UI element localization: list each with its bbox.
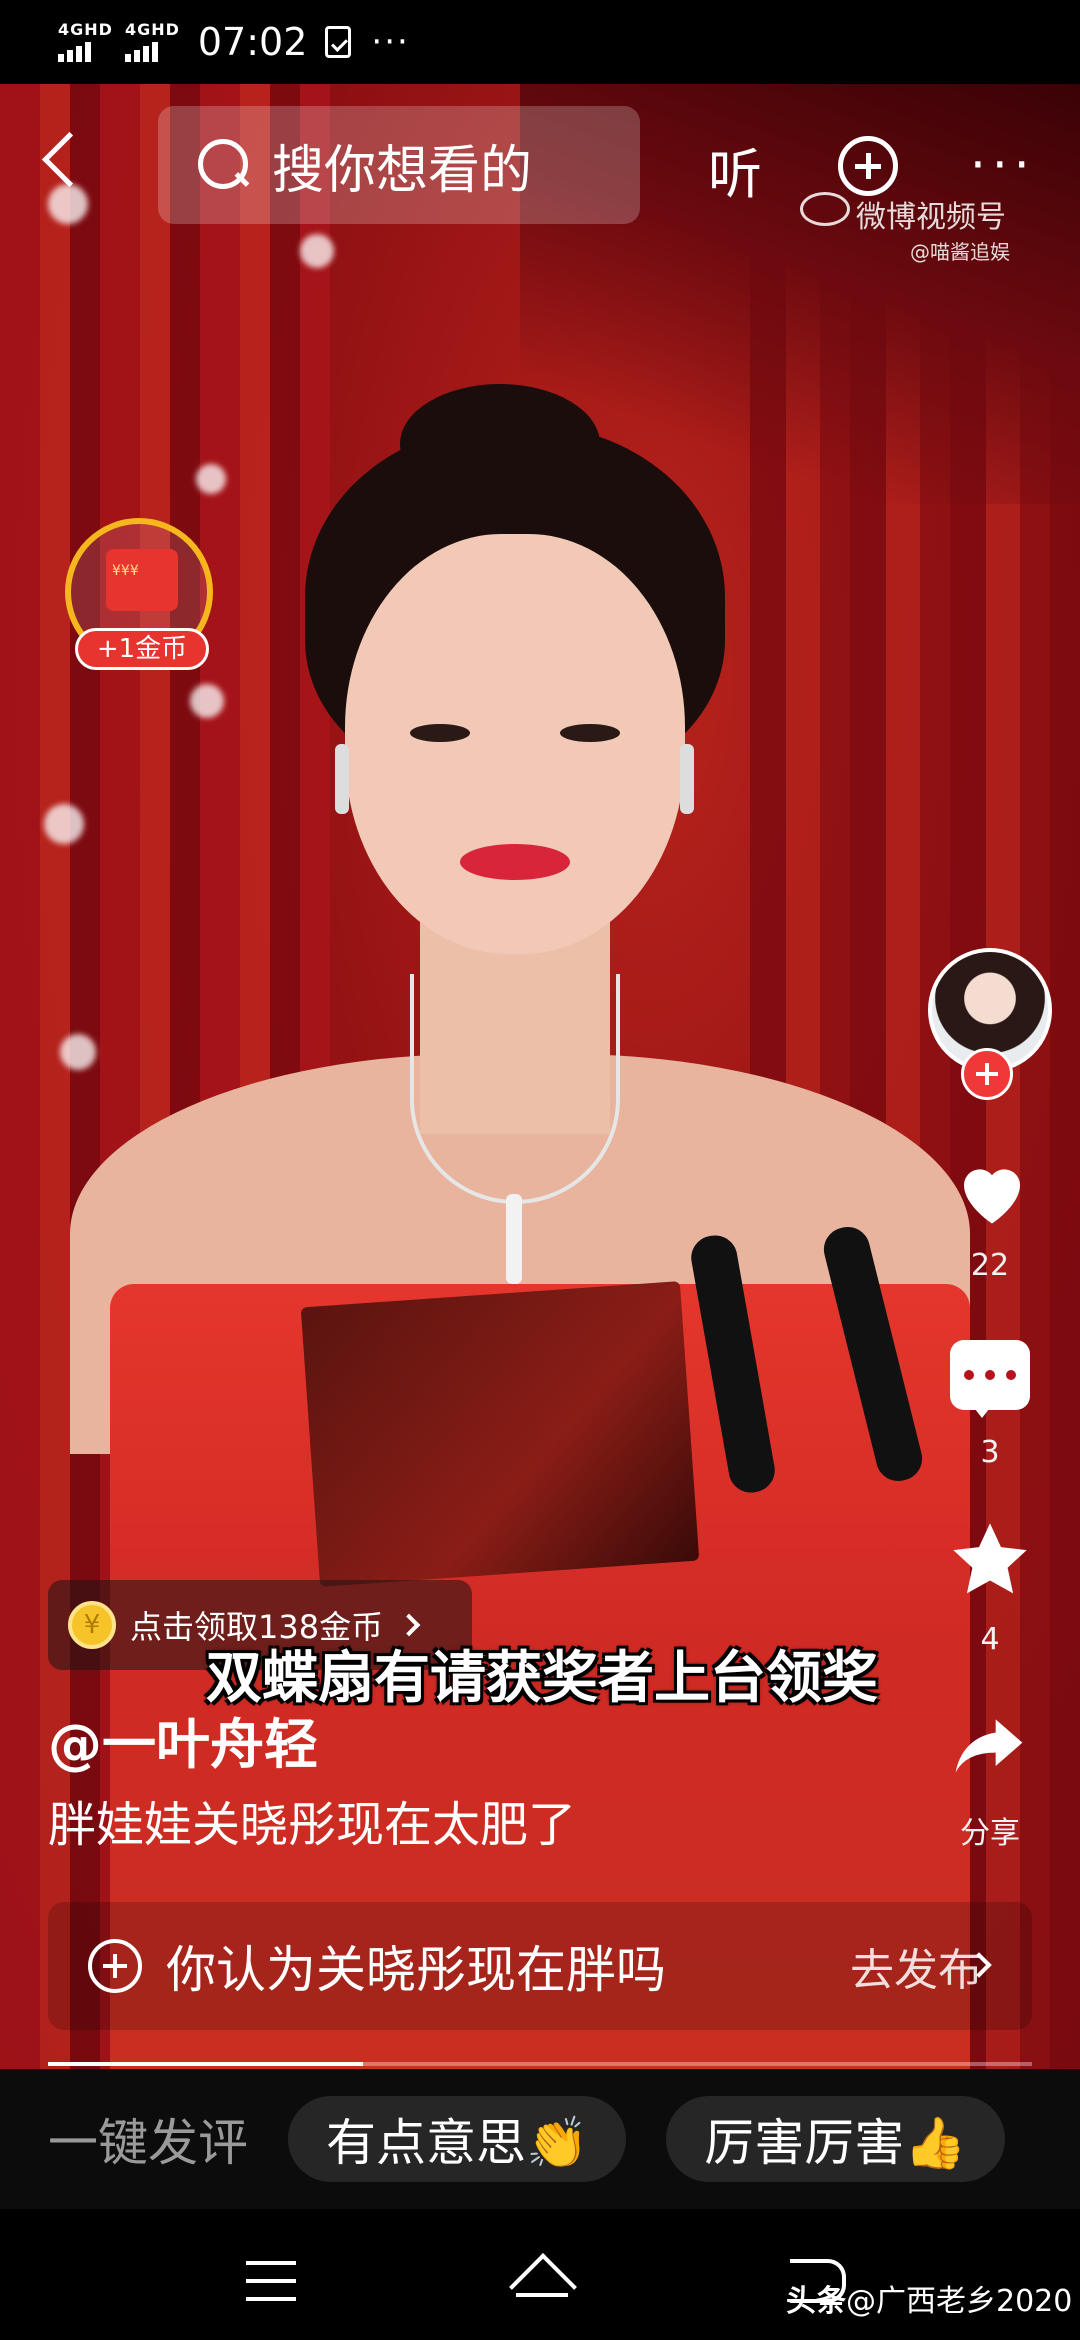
signal-indicator-2: 4GHD [124,20,180,62]
menu-icon[interactable] [246,2261,296,2301]
search-icon [198,139,250,191]
weibo-logo-icon [800,192,850,226]
clipboard-check-icon [325,26,352,58]
quick-comment-label: 一键发评 [48,2114,248,2172]
watermark-handle: @喵酱追娱 [910,240,1010,264]
quick-comment-chip[interactable]: 有点意思👏 [288,2096,627,2182]
more-options-button[interactable]: ··· [970,140,1036,190]
stage-light [60,1034,96,1070]
publish-link[interactable]: 去发布 [850,1934,982,1998]
network-label: 4GHD [124,20,180,39]
video-progress-fill [48,2062,363,2066]
discussion-prompt[interactable]: 你认为关晓彤现在胖吗 去发布 [48,1902,1032,2030]
gold-coin-icon: ¥ [68,1601,116,1649]
status-bar: 4GHD 4GHD 07:02 ··· [0,0,1080,84]
comment-count: 3 [980,1435,1000,1470]
signal-indicator-1: 4GHD [58,22,113,62]
share-label: 分享 [960,1816,1020,1851]
system-nav-bar [0,2209,1080,2340]
search-placeholder: 搜你想看的 [272,140,533,201]
comment-bubble-icon[interactable] [950,1340,1030,1418]
author-name[interactable]: @一叶舟轻 [48,1700,318,1779]
quick-comment-bar: 一键发评 有点意思👏 厉害厉害👍 [0,2069,1080,2209]
quick-comment-chip[interactable]: 厉害厉害👍 [666,2096,1005,2182]
add-circle-icon [88,1939,142,1993]
search-box[interactable]: 搜你想看的 [158,106,640,224]
stage-light [48,184,88,224]
watermark-brand: 微博视频号 [856,200,1006,235]
chevron-right-icon [397,1613,421,1637]
like-heart-icon[interactable] [950,1150,1034,1234]
coin-offer-text: 点击领取138金币 [130,1608,384,1646]
clock: 07:02 [197,20,308,64]
favorite-count: 4 [980,1622,1000,1657]
video-description: 胖娃娃关晓彤现在太肥了 [48,1797,577,1853]
source-brand: 头条 [786,2284,846,2319]
coins-glyph: ¥¥¥ [112,563,139,579]
favorite-star-icon[interactable] [946,1516,1034,1604]
award-folder [300,1281,700,1587]
prompt-question: 你认为关晓彤现在胖吗 [166,1941,666,1999]
follow-plus-icon[interactable] [961,1048,1013,1100]
status-more: ··· [371,22,410,62]
video-progress-bar[interactable] [48,2062,1032,2066]
red-envelope-icon: ¥¥¥ [106,549,178,611]
listen-button[interactable]: 听 [708,130,762,209]
stage-light [44,804,84,844]
back-arrow-icon[interactable] [40,130,84,190]
like-count: 22 [970,1248,1010,1283]
signal-bars-icon [58,42,91,62]
network-label: 4GHD [58,20,113,39]
home-icon[interactable] [510,2257,572,2307]
source-handle: @广西老乡2020 [846,2284,1073,2319]
share-arrow-icon[interactable] [944,1706,1034,1786]
reward-label: +1金币 [75,628,209,670]
source-watermark: 头条@广西老乡2020 [786,2276,1072,2320]
stage-light [300,234,334,268]
add-circle-icon[interactable] [838,136,898,196]
signal-bars-icon [124,42,158,62]
